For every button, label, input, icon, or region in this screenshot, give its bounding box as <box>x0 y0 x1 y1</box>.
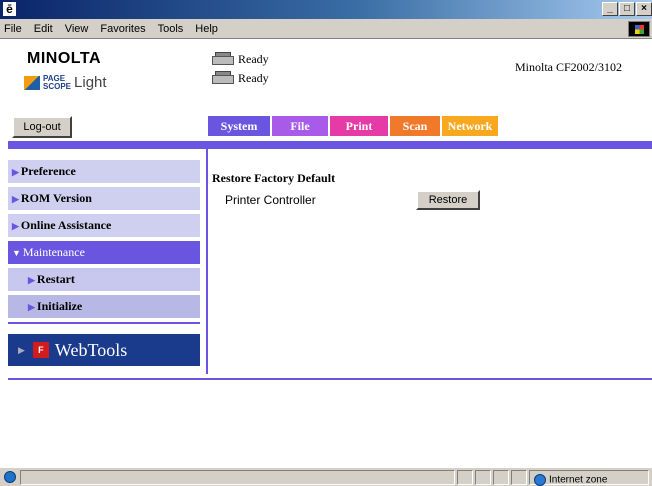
browser-throbber-icon <box>628 21 650 37</box>
minolta-logo: MINOLTA <box>27 50 101 67</box>
pagescope-icon <box>24 75 40 90</box>
printer-controller-label: Printer Controller <box>225 193 316 207</box>
fiery-logo-icon: F <box>32 342 49 358</box>
triangle-right-icon: ▶ <box>12 167 19 177</box>
page-content: MINOLTA PAGE SCOPE Light Ready Ready Min… <box>0 40 652 466</box>
sidebar-item-label: Preference <box>20 164 76 178</box>
webtools-label: WebTools <box>54 339 128 360</box>
printer-status: Ready <box>210 70 269 86</box>
light-text: Light <box>74 74 107 91</box>
scanner-status-text: Ready <box>238 51 269 66</box>
status-cell <box>511 470 527 485</box>
menu-file[interactable]: File <box>0 23 28 35</box>
restore-button[interactable]: Restore <box>416 190 480 210</box>
triangle-right-icon: ▶ <box>12 221 19 231</box>
triangle-right-icon: ▶ <box>18 344 25 355</box>
menu-help[interactable]: Help <box>189 23 224 35</box>
menu-favorites[interactable]: Favorites <box>94 23 151 35</box>
status-cell <box>457 470 473 485</box>
main-tabs: System File Print Scan Network <box>208 116 500 136</box>
status-text-cell <box>20 470 455 485</box>
ie-page-icon <box>4 471 16 483</box>
section-title: Restore Factory Default <box>212 171 336 185</box>
zone-label: Internet zone <box>549 474 608 486</box>
internet-globe-icon <box>534 473 546 486</box>
printer-icon <box>210 70 236 86</box>
sidebar-item-maintenance[interactable]: ▼ Maintenance <box>8 241 200 264</box>
minimize-button[interactable]: _ <box>602 2 618 16</box>
content-bottom-divider <box>8 378 652 380</box>
app-icon: ē <box>3 2 16 16</box>
tab-print[interactable]: Print <box>330 116 388 136</box>
device-model: Minolta CF2002/3102 <box>515 60 623 74</box>
pagescope-text: PAGE SCOPE <box>43 74 72 91</box>
window-titlebar[interactable]: ē _ □ × <box>0 0 652 19</box>
sidebar-item-label: Restart <box>36 272 75 286</box>
status-cell <box>475 470 491 485</box>
menubar: File Edit View Favorites Tools Help <box>0 19 652 39</box>
sidebar-item-label: ROM Version <box>20 191 92 205</box>
content-vertical-divider <box>206 149 208 374</box>
sidebar-item-label: Online Assistance <box>20 218 112 232</box>
menu-view[interactable]: View <box>59 23 95 35</box>
tab-file[interactable]: File <box>272 116 328 136</box>
status-cell <box>493 470 509 485</box>
sidebar-item-label: Maintenance <box>22 245 85 259</box>
triangle-right-icon: ▶ <box>28 302 35 312</box>
scanner-icon <box>210 51 236 67</box>
webtools-button[interactable]: ▶ F WebTools <box>8 334 200 366</box>
sidebar-item-restart[interactable]: ▶ Restart <box>8 268 200 291</box>
window-controls: _ □ × <box>601 2 652 16</box>
logout-button[interactable]: Log-out <box>12 116 72 138</box>
sidebar-item-initialize[interactable]: ▶ Initialize <box>8 295 200 318</box>
menu-tools[interactable]: Tools <box>152 23 190 35</box>
tab-scan[interactable]: Scan <box>390 116 440 136</box>
triangle-right-icon: ▶ <box>12 194 19 204</box>
close-button[interactable]: × <box>636 2 652 16</box>
sidebar: ▶ Preference ▶ ROM Version ▶ Online Assista… <box>8 160 200 366</box>
triangle-right-icon: ▶ <box>28 275 35 285</box>
header-divider-band <box>8 141 652 149</box>
maximize-button[interactable]: □ <box>619 2 635 16</box>
sidebar-item-preference[interactable]: ▶ Preference <box>8 160 200 183</box>
pagescope-light-logo: PAGE SCOPE Light <box>24 74 107 91</box>
tab-network[interactable]: Network <box>442 116 498 136</box>
sidebar-item-rom-version[interactable]: ▶ ROM Version <box>8 187 200 210</box>
menu-edit[interactable]: Edit <box>28 23 59 35</box>
browser-statusbar: Internet zone <box>0 467 652 486</box>
triangle-down-icon: ▼ <box>12 248 21 258</box>
sidebar-item-online-assistance[interactable]: ▶ Online Assistance <box>8 214 200 237</box>
scanner-status: Ready <box>210 51 269 67</box>
pagescope-scope-text: SCOPE <box>43 81 72 91</box>
sidebar-divider <box>8 322 200 324</box>
zone-cell: Internet zone <box>529 470 649 486</box>
tab-system[interactable]: System <box>208 116 270 136</box>
sidebar-item-label: Initialize <box>36 299 83 313</box>
printer-status-text: Ready <box>238 70 269 85</box>
